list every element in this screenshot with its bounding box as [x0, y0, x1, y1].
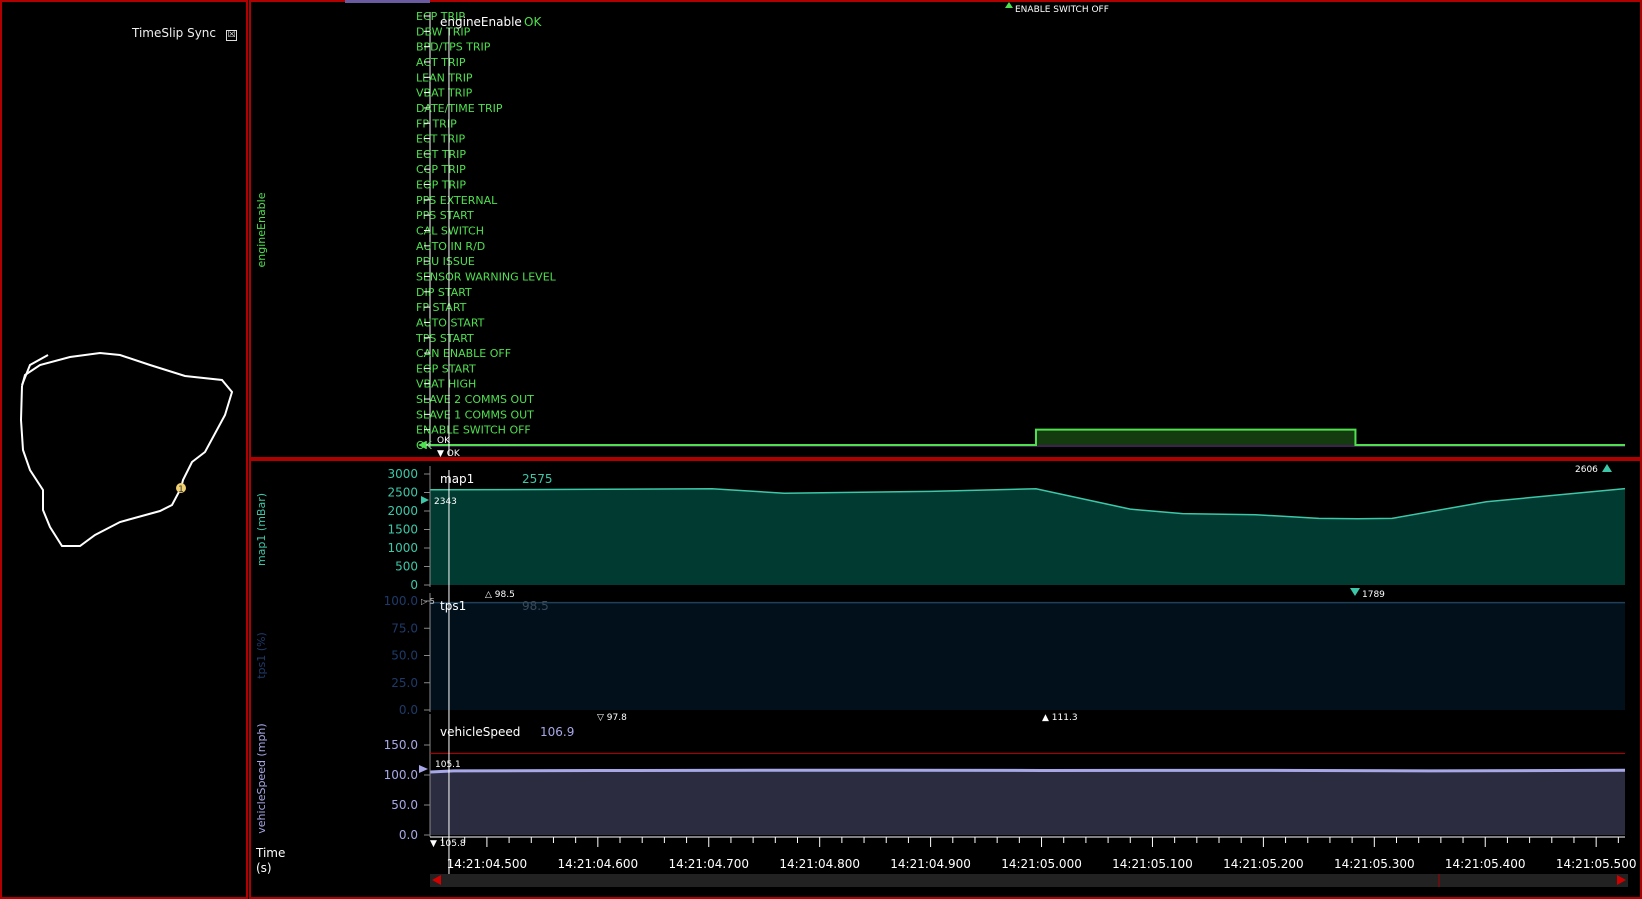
- channel-area: [430, 770, 1625, 835]
- y-tick-label: 100.0: [384, 768, 418, 782]
- map-pointer-icon: [421, 496, 429, 504]
- y-axis-title: vehicleSpeed (mph): [255, 723, 268, 833]
- data-plots[interactable]: 1ECP TRIPDBW TRIPBPD/TPS TRIPACT TRIPLEA…: [0, 0, 1642, 899]
- x-tick-label: 14:21:05.500: [1556, 857, 1637, 871]
- y-tick-label: 75.0: [391, 621, 418, 635]
- state-label: CAN ENABLE OFF: [416, 347, 511, 360]
- x-tick-label: 14:21:05.200: [1223, 857, 1304, 871]
- y-tick-label: 3000: [387, 467, 418, 481]
- channel-name: tps1: [440, 599, 466, 613]
- channel-value: OK: [524, 15, 542, 29]
- state-label: CCP TRIP: [416, 163, 466, 176]
- x-tick-label: 14:21:04.500: [447, 857, 528, 871]
- x-tick-label: 14:21:05.100: [1112, 857, 1193, 871]
- map-cursor-label: 2343: [434, 497, 457, 507]
- time-scrollbar[interactable]: [430, 874, 1628, 887]
- y-tick-label: 500: [395, 560, 418, 574]
- y-tick-label: 0.0: [399, 703, 418, 717]
- channel-value: 98.5: [522, 599, 549, 613]
- y-tick-label: 0.0: [399, 828, 418, 842]
- speed-min-label: ▼ 105.8: [430, 839, 466, 849]
- y-tick-label: 50.0: [391, 649, 418, 663]
- state-label: ECT TRIP: [416, 133, 465, 146]
- channel-name: vehicleSpeed: [440, 725, 520, 739]
- engine-enable-trace: [430, 428, 1625, 446]
- min-marker-icon: [1350, 588, 1360, 596]
- x-tick-label: 14:21:04.800: [779, 857, 860, 871]
- channel-area: [430, 488, 1625, 585]
- state-label: SENSOR WARNING LEVEL: [416, 270, 557, 283]
- channel-name: map1: [440, 472, 474, 486]
- y-tick-label: 1000: [387, 541, 418, 555]
- x-tick-label: 14:21:04.700: [668, 857, 749, 871]
- max-marker-icon: [1005, 2, 1013, 8]
- state-label: ACT TRIP: [416, 56, 466, 69]
- tps-cursor-label: ▷ 5: [421, 597, 435, 606]
- x-axis-unit: (s): [256, 861, 272, 875]
- track-outline: [19, 351, 234, 547]
- x-tick-label: 14:21:04.600: [558, 857, 639, 871]
- state-label: TPS START: [415, 332, 474, 345]
- state-label: FP TRIP: [416, 117, 457, 130]
- state-label: ENABLE SWITCH OFF: [416, 424, 531, 437]
- y-axis-title: tps1 (%): [255, 632, 268, 679]
- speed-cursor-label: 105.1: [435, 760, 461, 770]
- state-label: SLAVE 2 COMMS OUT: [416, 393, 534, 406]
- y-tick-label: 1500: [387, 523, 418, 537]
- y-tick-label: 25.0: [391, 676, 418, 690]
- state-label: EOP TRIP: [416, 179, 466, 192]
- map-min-label: 1789: [1362, 590, 1385, 600]
- y-tick-label: 150.0: [384, 738, 418, 752]
- x-tick-label: 14:21:05.300: [1334, 857, 1415, 871]
- track-marker-label: 1: [178, 485, 184, 495]
- y-tick-label: 100.0: [384, 594, 418, 608]
- channel-value: 106.9: [540, 725, 574, 739]
- tps-min-label: ▽ 97.8: [597, 713, 627, 723]
- y-tick-label: 2000: [387, 504, 418, 518]
- channel-value: 2575: [522, 472, 553, 486]
- max-marker-label: ENABLE SWITCH OFF: [1015, 5, 1109, 15]
- speed-pointer-icon: [419, 765, 428, 773]
- channel-area: [430, 602, 1625, 710]
- x-tick-label: 14:21:05.000: [1001, 857, 1082, 871]
- channel-trace: [430, 768, 1626, 774]
- state-label: EOT TRIP: [416, 148, 466, 161]
- y-tick-label: 0: [410, 578, 418, 592]
- x-tick-label: 14:21:04.900: [890, 857, 971, 871]
- state-label: SLAVE 1 COMMS OUT: [416, 408, 534, 421]
- channel-name: engineEnable: [440, 15, 522, 29]
- y-axis-title: engineEnable: [255, 192, 268, 267]
- y-axis-title: map1 (mBar): [255, 493, 268, 566]
- tps-max-label: △ 98.5: [485, 590, 515, 600]
- state-fill: [1035, 429, 1356, 445]
- map-max-label: 2606: [1575, 465, 1598, 475]
- x-axis-title: Time: [255, 846, 285, 860]
- y-tick-label: 50.0: [391, 798, 418, 812]
- max-marker-icon: [1602, 464, 1612, 472]
- y-tick-label: 2500: [387, 486, 418, 500]
- state-label: FP START: [416, 301, 467, 314]
- speed-max-label: ▲ 111.3: [1042, 713, 1078, 723]
- x-tick-label: 14:21:05.400: [1445, 857, 1526, 871]
- track-outline-tail: [21, 354, 49, 386]
